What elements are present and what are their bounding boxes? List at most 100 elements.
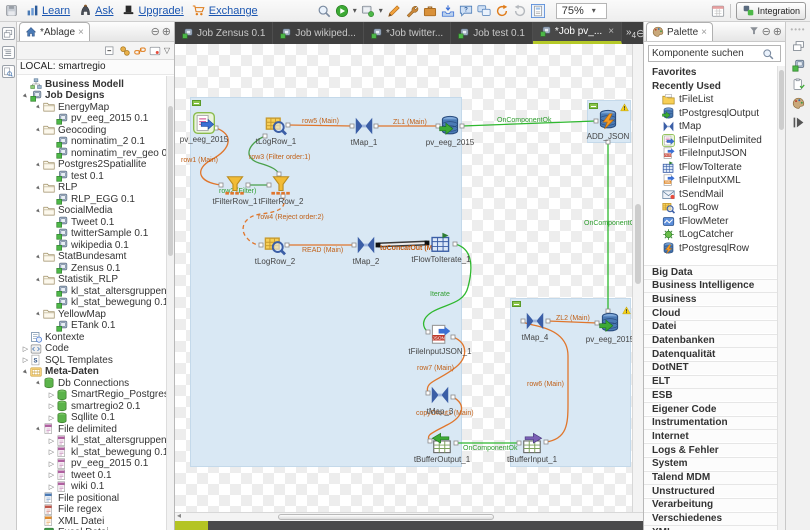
palette-category-businessintelligence[interactable]: Business Intelligence <box>644 278 778 292</box>
toolbar-link-ask[interactable]: Ask <box>78 4 113 18</box>
palette-category-verschiedenes[interactable]: Verschiedenes <box>644 511 778 525</box>
tree-item[interactable]: ▷ kl_stat_bewegung 0.1 <box>17 446 167 458</box>
tree-item[interactable]: ETank 0.1 <box>17 320 167 332</box>
connection-label[interactable]: ZL1 (Main) <box>393 119 427 126</box>
connection-label[interactable]: row4 (Reject order:2) <box>258 214 324 221</box>
palette-category-dotnet[interactable]: DotNET <box>644 360 778 374</box>
palette-category-talendmdm[interactable]: Talend MDM <box>644 470 778 484</box>
connection-anchor[interactable] <box>258 242 264 248</box>
palette-category-elt[interactable]: ELT <box>644 374 778 388</box>
tree-item[interactable]: ▷ smartregio2 0.1 <box>17 400 167 412</box>
task-view-icon[interactable] <box>791 77 805 91</box>
tree-item[interactable]: ▸ Statistik_RLP <box>17 274 167 286</box>
canvas-node-tMap_2[interactable] <box>355 234 377 256</box>
perspective-button[interactable]: Integration <box>736 1 806 20</box>
collapsed-arrow-icon[interactable]: ▷ <box>47 448 56 456</box>
scroll-left-icon[interactable]: ◂ <box>177 511 181 520</box>
tree-item[interactable]: Kontexte <box>17 331 167 343</box>
palette-item-tfileinputjson[interactable]: JSON tFileInputJSON <box>644 147 778 160</box>
toolbar-link-learn[interactable]: Learn <box>25 4 70 18</box>
connection-label[interactable]: row1 (Main) <box>181 157 218 164</box>
canvas-node-pv_eeg_2015_out1[interactable] <box>439 115 461 137</box>
editor-tab[interactable]: Job wikiped... <box>273 22 364 44</box>
collapsed-arrow-icon[interactable]: ▷ <box>47 483 56 491</box>
connection-label[interactable]: OnComponentOk <box>584 220 632 227</box>
canvas-node-pv_eeg_2015_file[interactable] <box>193 112 215 134</box>
palette-item-tlogcatcher[interactable]: tLogCatcher <box>644 228 778 241</box>
tree-item[interactable]: File positional <box>17 492 167 504</box>
palette-controls[interactable]: ⊖ ⊕ <box>749 25 785 38</box>
panel-minmax[interactable]: ⊖ ⊕ <box>151 25 174 38</box>
save-icon[interactable] <box>4 4 18 18</box>
target-icon[interactable] <box>361 4 375 18</box>
tree-item[interactable]: test 0.1 <box>17 170 167 182</box>
chat2-icon[interactable] <box>477 4 491 18</box>
palette-category-bigdata[interactable]: Big Data <box>644 265 778 278</box>
tree-item[interactable]: ▷ pv_eeg_2015 0.1 <box>17 457 167 470</box>
toolbar-link-upgrade[interactable]: Upgrade! <box>121 4 184 18</box>
tab-repository[interactable]: *Ablage × <box>19 22 90 41</box>
find-view-icon[interactable] <box>1 65 15 78</box>
palette-filter-icon[interactable] <box>749 25 760 36</box>
palette-section-favorites[interactable]: Favorites <box>644 66 778 79</box>
connection-label[interactable]: READ (Main) <box>302 247 343 254</box>
pencil-icon[interactable] <box>387 4 401 18</box>
palette-category-logsfehler[interactable]: Logs & Fehler <box>644 443 778 457</box>
undo-icon[interactable] <box>513 4 527 18</box>
palette-category-datenqualitt[interactable]: Datenqualität <box>644 347 778 361</box>
tree-item[interactable]: File regex <box>17 503 167 516</box>
collapse-all-icon[interactable] <box>104 45 116 57</box>
zoom-select[interactable]: 75% ▾ <box>555 2 607 19</box>
connection-label[interactable]: Iterate <box>430 291 450 298</box>
connection-anchor[interactable] <box>545 318 551 324</box>
close-icon[interactable]: × <box>608 26 614 37</box>
palette-item-tlogrow[interactable]: tLogRow <box>644 201 778 214</box>
canvas-node-tBufferInput_1[interactable] <box>521 432 543 454</box>
tree-item[interactable]: Business Modell <box>17 78 167 90</box>
tree-item[interactable]: ▷ SmartRegio_Postgres 0 <box>17 389 167 401</box>
close-icon[interactable]: × <box>701 27 707 38</box>
tree-item[interactable]: ▸ EnergyMap <box>17 101 167 113</box>
palette-item-tpostgresqlrow[interactable]: tPostgresqlRow <box>644 241 778 255</box>
connection-label[interactable]: row5 (Main) <box>302 118 339 125</box>
connection-anchor[interactable] <box>218 182 224 188</box>
collapsed-arrow-icon[interactable]: ▷ <box>21 356 30 364</box>
connection-label[interactable]: ZL2 (Main) <box>556 315 590 322</box>
sync-jobs-icon[interactable] <box>119 45 131 57</box>
tab-overflow-indicator[interactable]: »4 <box>626 27 636 40</box>
canvas-node-tMap_4[interactable] <box>524 310 546 332</box>
tree-item[interactable]: pv_eeg_2015 0.1 <box>17 113 167 125</box>
tree-item[interactable]: twitterSample 0.1 <box>17 228 167 240</box>
collapsed-arrow-icon[interactable]: ▷ <box>47 460 56 468</box>
palette-item-tfileinputxml[interactable]: XML tFileInputXML <box>644 174 778 187</box>
tree-item[interactable]: kl_stat_altersgruppen 0 <box>17 285 167 297</box>
editor-tab[interactable]: *Job pv_... × <box>532 22 623 44</box>
tree-item[interactable]: XML Datei <box>17 515 167 527</box>
wrench-icon[interactable] <box>405 4 419 18</box>
connection-label[interactable]: row3 (Filter order:1) <box>249 154 310 161</box>
tree-item[interactable]: ▸Excel Datei <box>17 527 167 530</box>
palette-category-esb[interactable]: ESB <box>644 388 778 402</box>
canvas-node-tFilterRow_2[interactable] <box>270 174 292 196</box>
collapsed-arrow-icon[interactable]: ▷ <box>47 402 56 410</box>
canvas-node-tMap_1[interactable] <box>353 115 375 137</box>
connection-anchor[interactable] <box>450 394 456 400</box>
connection-anchor[interactable] <box>452 241 458 247</box>
connection-anchor[interactable] <box>453 440 459 446</box>
connection-label[interactable]: OnComponentOk <box>497 117 551 124</box>
tree-item[interactable]: ▸ Meta-Daten <box>17 366 167 378</box>
tree-item[interactable]: nominatim_rev_geo 0.1 <box>17 147 167 159</box>
tree-item[interactable]: ▷ Sqllite 0.1 <box>17 412 167 424</box>
palette-category-cloud[interactable]: Cloud <box>644 306 778 320</box>
run-icon[interactable] <box>335 4 349 18</box>
tree-item[interactable]: wikipedia 0.1 <box>17 239 167 251</box>
palette-category-unstructured[interactable]: Unstructured <box>644 484 778 498</box>
canvas-node-tBufferOutput_1[interactable] <box>431 432 453 454</box>
connection-anchor[interactable] <box>245 182 251 188</box>
chat-icon[interactable]: ? <box>459 4 473 18</box>
canvas-node-tFilterRow_1[interactable] <box>224 174 246 196</box>
tree-item[interactable]: ▷ Code <box>17 343 167 355</box>
palette-item-tsendmail[interactable]: tSendMail <box>644 188 778 201</box>
palette-category-system[interactable]: System <box>644 456 778 470</box>
canvas-node-tFileInputJSON_1[interactable]: JSON <box>429 324 451 346</box>
